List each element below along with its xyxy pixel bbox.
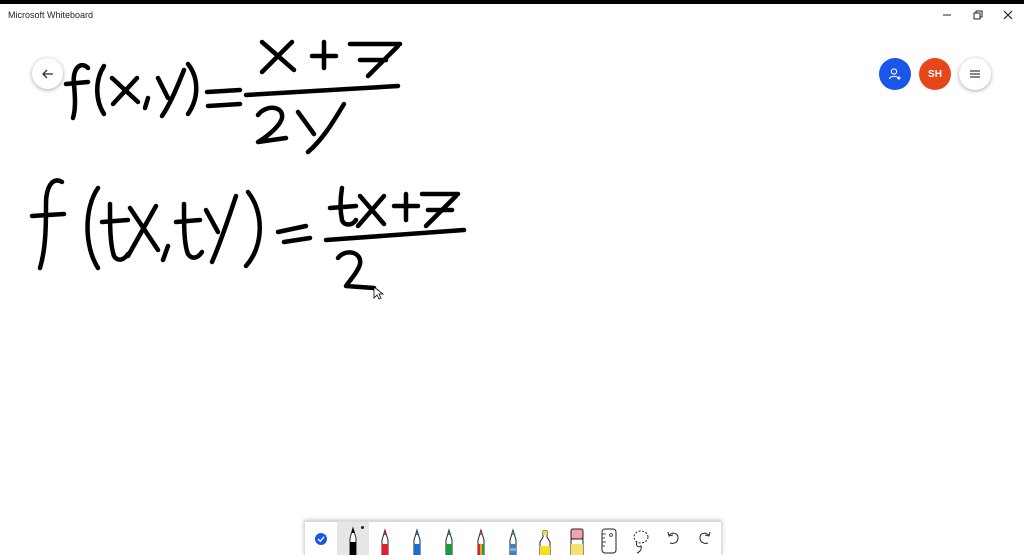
- redo-icon: [699, 531, 711, 544]
- pen-icon: [445, 528, 453, 555]
- ruler-icon: [601, 528, 617, 554]
- pen-icon: [381, 528, 389, 555]
- ink-line-1: [63, 39, 403, 155]
- lasso-select[interactable]: [625, 522, 657, 555]
- pen-icon: [413, 528, 421, 555]
- pen-green[interactable]: [433, 522, 465, 555]
- hamburger-menu-icon: [970, 70, 980, 78]
- redo-button[interactable]: [689, 522, 721, 555]
- pen-blue[interactable]: [401, 522, 433, 555]
- highlighter-yellow[interactable]: [529, 522, 561, 555]
- menu-button[interactable]: [959, 58, 991, 90]
- pen-icon: [349, 526, 357, 555]
- add-person-icon: [888, 68, 901, 80]
- eraser-icon: [570, 528, 584, 555]
- ink-to-shape-toggle[interactable]: [305, 522, 337, 555]
- ruler[interactable]: [593, 522, 625, 555]
- arrow-left-icon: [41, 69, 53, 78]
- avatar-initials: SH: [928, 68, 942, 80]
- selected-indicator: [361, 526, 364, 529]
- pen-black[interactable]: [337, 522, 369, 555]
- ink-line-2: [29, 178, 467, 291]
- pen-icon: [509, 528, 517, 555]
- inking-toolbar: [304, 521, 722, 555]
- pen-rainbow[interactable]: [465, 522, 497, 555]
- ink-layer: [29, 39, 467, 300]
- pen-galaxy[interactable]: [497, 522, 529, 555]
- undo-button[interactable]: [657, 522, 689, 555]
- highlighter-icon: [539, 530, 551, 555]
- pen-red[interactable]: [369, 522, 401, 555]
- invite-button[interactable]: [879, 58, 911, 90]
- back-button[interactable]: [32, 58, 63, 89]
- lasso-icon: [633, 530, 649, 554]
- undo-icon: [667, 531, 679, 544]
- eraser[interactable]: [561, 522, 593, 555]
- pen-icon: [477, 528, 485, 555]
- user-avatar[interactable]: SH: [919, 58, 951, 90]
- mouse-cursor: [373, 286, 385, 300]
- checkmark-icon: [315, 533, 327, 545]
